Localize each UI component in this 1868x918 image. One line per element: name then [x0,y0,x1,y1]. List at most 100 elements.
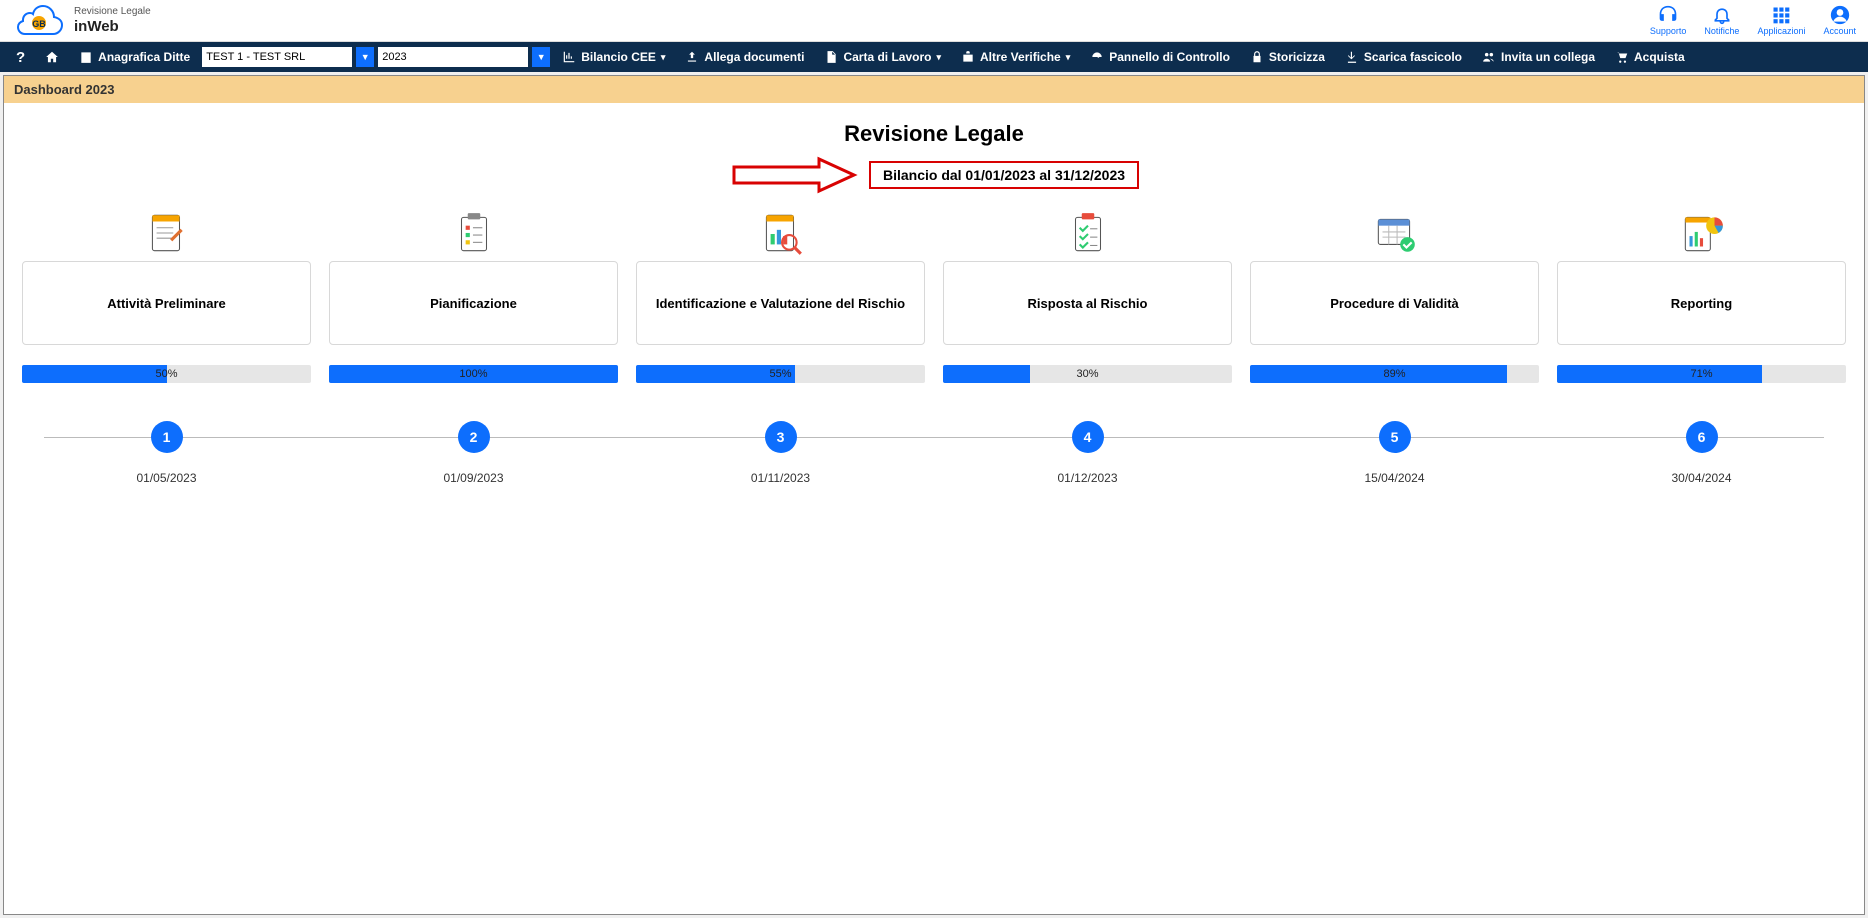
progress-label: 50% [155,368,177,380]
progress-wrap: 100% [329,365,618,383]
building-icon [79,50,93,64]
help-button[interactable]: ? [8,42,33,72]
main-panel: Dashboard 2023 Revisione Legale Bilancio… [3,75,1865,915]
anagrafica-ditte-button[interactable]: Anagrafica Ditte [71,42,198,72]
invita-collega-button[interactable]: Invita un collega [1474,42,1603,72]
phase-column: Risposta al Rischio 30% [943,209,1232,383]
content-area: Revisione Legale Bilancio dal 01/01/2023… [4,103,1864,503]
phase-icon [1063,209,1113,259]
phase-title: Attività Preliminare [107,296,226,311]
account-label: Account [1823,26,1856,36]
altre-verifiche-button[interactable]: Altre Verifiche▾ [953,42,1078,72]
progress-label: 89% [1383,368,1405,380]
account-button[interactable]: Account [1823,5,1856,36]
lock-icon [1250,50,1264,64]
acquista-button[interactable]: Acquista [1607,42,1693,72]
applications-button[interactable]: Applicazioni [1757,5,1805,36]
logo-icon: GB [12,3,66,39]
progress-wrap: 71% [1557,365,1846,383]
timeline-points: 1 01/05/2023 2 01/09/2023 3 01/11/2023 4… [22,421,1846,485]
timeline-point: 5 15/04/2024 [1250,421,1539,485]
timeline-point: 1 01/05/2023 [22,421,311,485]
download-icon [1345,50,1359,64]
phase-card[interactable]: Pianificazione [329,261,618,345]
timeline-point: 4 01/12/2023 [943,421,1232,485]
headset-icon [1658,5,1678,25]
timeline-step-dot[interactable]: 5 [1379,421,1411,453]
progress-bar: 100% [329,365,618,383]
account-icon [1830,5,1850,25]
question-icon: ? [16,49,25,66]
caret-down-icon: ▼ [537,52,546,62]
grid-icon [1771,5,1791,25]
timeline-date: 01/11/2023 [751,471,810,485]
phase-title: Reporting [1671,296,1732,311]
progress-wrap: 55% [636,365,925,383]
phase-icon [449,209,499,259]
allega-documenti-button[interactable]: Allega documenti [677,42,812,72]
phase-column: Procedure di Validità 89% [1250,209,1539,383]
storicizza-button[interactable]: Storicizza [1242,42,1333,72]
home-icon [45,50,59,64]
phase-column: Attività Preliminare 50% [22,209,311,383]
scarica-fascicolo-button[interactable]: Scarica fascicolo [1337,42,1470,72]
timeline-step-dot[interactable]: 3 [765,421,797,453]
logo-area: GB Revisione Legale inWeb [12,3,151,39]
timeline-point: 2 01/09/2023 [329,421,618,485]
phase-icon [756,209,806,259]
caret-down-icon: ▾ [936,52,941,63]
bilancio-cee-button[interactable]: Bilancio CEE▾ [554,42,673,72]
caret-down-icon: ▾ [661,52,666,63]
phase-card[interactable]: Procedure di Validità [1250,261,1539,345]
phase-title: Risposta al Rischio [1028,296,1148,311]
upload-icon [685,50,699,64]
home-button[interactable] [37,42,67,72]
phase-card[interactable]: Risposta al Rischio [943,261,1232,345]
chart-icon [562,50,576,64]
year-dropdown-button[interactable]: ▼ [532,47,550,67]
progress-wrap: 50% [22,365,311,383]
support-label: Supporto [1650,26,1687,36]
year-select[interactable] [378,47,528,67]
company-dropdown-button[interactable]: ▼ [356,47,374,67]
timeline-step-dot[interactable]: 4 [1072,421,1104,453]
progress-fill [943,365,1030,383]
notifications-button[interactable]: Notifiche [1704,5,1739,36]
progress-bar: 55% [636,365,925,383]
phase-icon [1677,209,1727,259]
progress-label: 30% [1076,368,1098,380]
top-right-menu: Supporto Notifiche Applicazioni Account [1650,5,1856,36]
phase-card[interactable]: Identificazione e Valutazione del Rischi… [636,261,925,345]
timeline-step-dot[interactable]: 1 [151,421,183,453]
timeline: 1 01/05/2023 2 01/09/2023 3 01/11/2023 4… [14,421,1854,485]
pannello-controllo-button[interactable]: Pannello di Controllo [1082,42,1238,72]
phases-row: Attività Preliminare 50% Pianificazione … [14,209,1854,383]
arrow-annotation-icon [729,155,859,195]
highlight-row: Bilancio dal 01/01/2023 al 31/12/2023 [14,155,1854,195]
company-select[interactable] [202,47,352,67]
section-title: Revisione Legale [14,121,1854,147]
bilancio-period-label: Bilancio dal 01/01/2023 al 31/12/2023 [869,161,1139,189]
phase-card[interactable]: Reporting [1557,261,1846,345]
phase-card[interactable]: Attività Preliminare [22,261,311,345]
phase-column: Reporting 71% [1557,209,1846,383]
phase-column: Pianificazione 100% [329,209,618,383]
timeline-date: 15/04/2024 [1364,471,1424,485]
progress-fill [1250,365,1507,383]
timeline-date: 01/05/2023 [136,471,196,485]
carta-lavoro-button[interactable]: Carta di Lavoro▾ [816,42,949,72]
caret-down-icon: ▾ [1066,52,1071,63]
bell-icon [1712,5,1732,25]
progress-wrap: 30% [943,365,1232,383]
timeline-step-dot[interactable]: 2 [458,421,490,453]
timeline-date: 01/12/2023 [1057,471,1117,485]
toolbar: ? Anagrafica Ditte ▼ ▼ Bilancio CEE▾ All… [0,42,1868,72]
timeline-step-dot[interactable]: 6 [1686,421,1718,453]
progress-bar: 30% [943,365,1232,383]
briefcase-icon [961,50,975,64]
progress-bar: 89% [1250,365,1539,383]
notifications-label: Notifiche [1704,26,1739,36]
phase-title: Identificazione e Valutazione del Rischi… [656,296,905,311]
support-button[interactable]: Supporto [1650,5,1687,36]
caret-down-icon: ▼ [361,52,370,62]
